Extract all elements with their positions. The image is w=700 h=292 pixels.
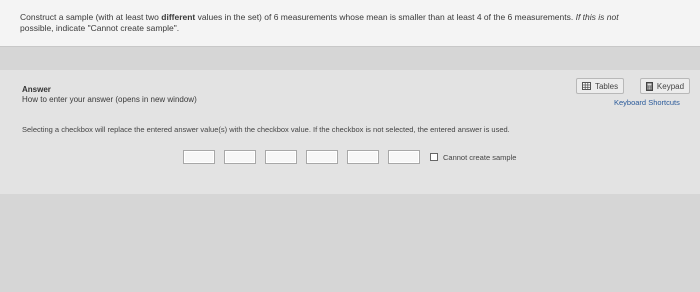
question-panel: Construct a sample (with at least two di… [0, 0, 700, 47]
keypad-button-label: Keypad [656, 81, 685, 91]
answer-label: Answer [22, 85, 51, 94]
checkbox-instruction: Selecting a checkbox will replace the en… [22, 125, 510, 134]
cannot-create-sample-option[interactable]: Cannot create sample [430, 153, 516, 162]
answer-input-4[interactable] [306, 150, 338, 164]
answer-input-5[interactable] [347, 150, 379, 164]
tables-button[interactable]: Tables [576, 78, 624, 94]
question-text-part1: Construct a sample (with at least two [20, 12, 162, 22]
keyboard-shortcuts-link[interactable]: Keyboard Shortcuts [614, 98, 680, 107]
answer-input-6[interactable] [388, 150, 420, 164]
answer-input-3[interactable] [265, 150, 297, 164]
cannot-create-sample-label: Cannot create sample [443, 152, 517, 162]
answer-input-2[interactable] [224, 150, 256, 164]
question-text-line2: possible, indicate "Cannot create sample… [20, 23, 180, 33]
question-text-part2: values in the set) of 6 measurements who… [195, 12, 576, 22]
answer-panel: Answer How to enter your answer (opens i… [0, 70, 700, 194]
question-text-italic: If this is not [575, 12, 619, 22]
question-text: Construct a sample (with at least two di… [20, 12, 670, 34]
keypad-button[interactable]: Keypad [640, 78, 690, 94]
help-link[interactable]: How to enter your answer (opens in new w… [22, 95, 197, 105]
question-text-bold: different [161, 12, 196, 22]
calculator-icon [645, 81, 653, 91]
cannot-create-sample-checkbox[interactable] [430, 153, 438, 161]
answer-header: Answer How to enter your answer (opens i… [22, 85, 197, 105]
table-icon [581, 82, 591, 90]
answer-inputs-row: Cannot create sample [183, 150, 516, 164]
answer-input-1[interactable] [183, 150, 215, 164]
tables-button-label: Tables [594, 81, 619, 91]
